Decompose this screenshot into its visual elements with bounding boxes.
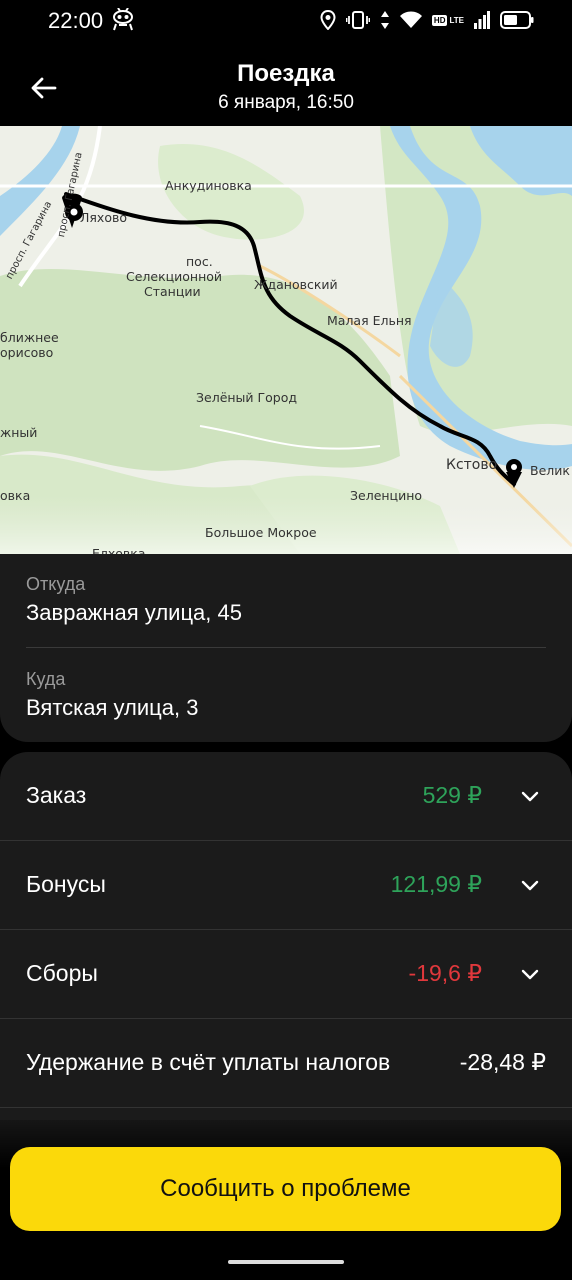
status-time: 22:00 — [48, 8, 104, 33]
from-address: Завражная улица, 45 — [26, 600, 242, 625]
map-label: Большое Мокрое — [205, 525, 317, 540]
page-title: Поездка — [237, 60, 335, 87]
chevron-down-icon[interactable] — [518, 873, 542, 897]
map-label: Кстово — [446, 457, 498, 473]
map-label: Велик — [530, 463, 570, 478]
map-label: овка — [0, 488, 31, 503]
tax-label: Удержание в счёт уплаты налогов — [26, 1049, 391, 1075]
route-card: Откуда Завражная улица, 45 Куда Вятская … — [0, 554, 572, 742]
battery-icon — [500, 11, 534, 29]
tax-row: Удержание в счёт уплаты налогов -28,48 ₽ — [0, 1019, 572, 1108]
map-label: пос. — [186, 254, 213, 269]
fees-row[interactable]: Сборы -19,6 ₽ — [0, 930, 572, 1019]
report-problem-button[interactable]: Сообщить о проблеме — [10, 1147, 561, 1231]
to-address: Вятская улица, 3 — [26, 695, 199, 720]
chevron-down-icon[interactable] — [518, 784, 542, 808]
map-label: Малая Ельня — [327, 313, 412, 328]
from-label: Откуда — [26, 574, 86, 594]
fees-label: Сборы — [26, 960, 98, 986]
fees-value: -19,6 ₽ — [408, 960, 482, 986]
order-row[interactable]: Заказ 529 ₽ — [0, 752, 572, 841]
location-icon — [320, 10, 336, 30]
app-notification-icon — [110, 7, 136, 32]
map-label: ближнее — [0, 330, 59, 345]
map-label: Зелёный Город — [196, 390, 298, 405]
wifi-icon — [399, 11, 422, 28]
bonus-value: 121,99 ₽ — [390, 871, 482, 897]
divider — [26, 647, 546, 648]
to-label: Куда — [26, 669, 66, 689]
map-label: Анкудиновка — [165, 178, 252, 193]
tax-value: -28,48 ₽ — [459, 1049, 546, 1075]
order-value: 529 ₽ — [422, 782, 482, 808]
vibrate-icon — [345, 11, 370, 29]
signal-icon — [474, 11, 490, 29]
bonus-label: Бонусы — [26, 871, 106, 897]
map-label: Ждановский — [254, 277, 338, 292]
status-bar: 22:00 HD LTE — [0, 0, 572, 44]
map-label: жный — [0, 425, 38, 440]
trip-date: 6 января, 16:50 — [218, 92, 354, 113]
hd-badge: HD LTE — [431, 14, 464, 26]
status-icons: HD LTE — [320, 8, 534, 32]
header: Поездка 6 января, 16:50 — [0, 44, 572, 126]
payment-details: Заказ 529 ₽ Бонусы 121,99 ₽ Сборы -19,6 … — [0, 752, 572, 1172]
bonus-row[interactable]: Бонусы 121,99 ₽ — [0, 841, 572, 930]
map-label: Селекционной — [126, 269, 223, 284]
chevron-down-icon[interactable] — [518, 962, 542, 986]
map-label: Елховка — [92, 546, 146, 554]
home-indicator[interactable] — [228, 1260, 344, 1264]
map-label: Ляхово — [80, 210, 127, 225]
order-label: Заказ — [26, 782, 87, 808]
map-label: Станции — [144, 284, 201, 299]
map-canvas — [0, 126, 572, 554]
data-arrows-icon — [380, 11, 389, 29]
route-map[interactable]: Анкудиновка Ляхово пос. Селекционной Ста… — [0, 126, 572, 554]
map-label: Зеленцино — [350, 488, 423, 503]
map-label: орисово — [0, 345, 54, 360]
